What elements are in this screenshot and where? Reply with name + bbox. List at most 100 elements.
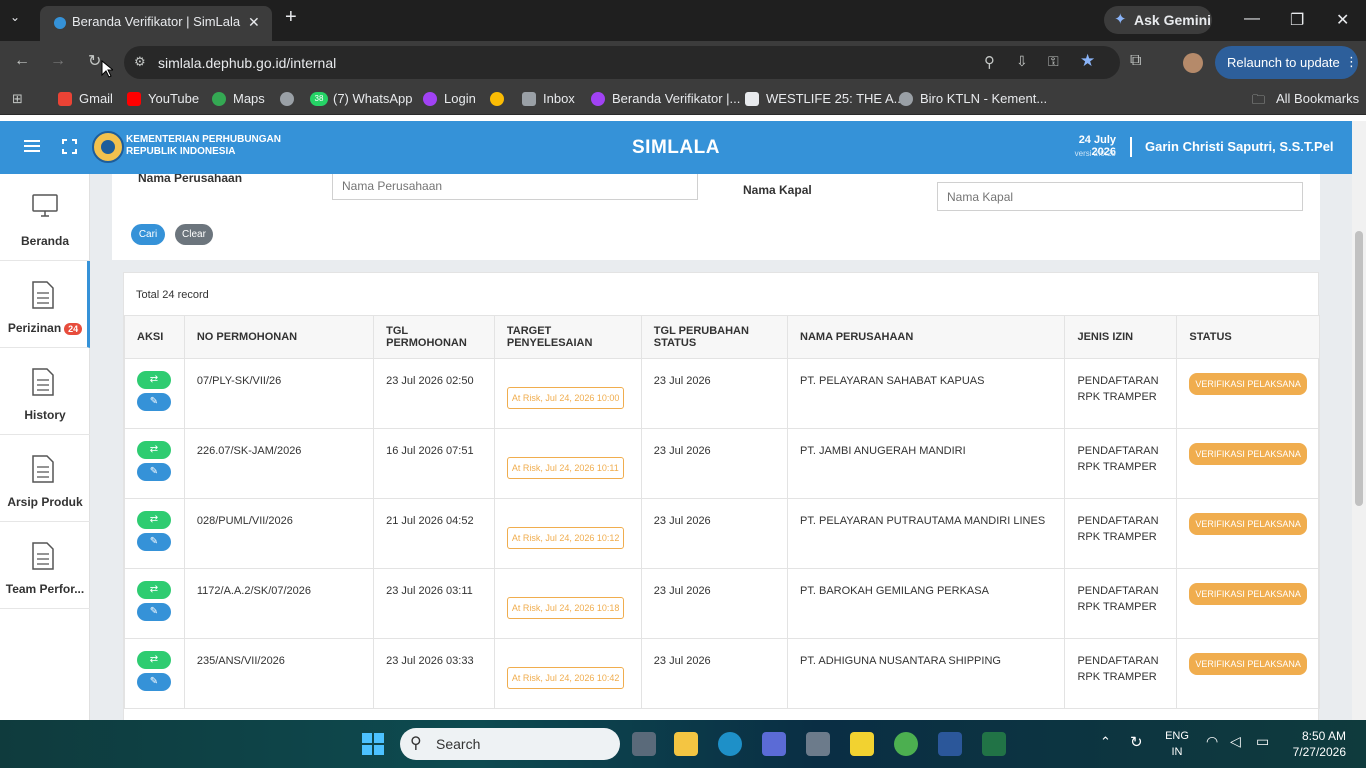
- site-info-icon[interactable]: ⚙: [134, 54, 146, 70]
- edit-icon[interactable]: ✎: [137, 393, 171, 411]
- bookmark-biro-ktln[interactable]: Biro KTLN - Kement...: [920, 91, 1047, 106]
- sidebar-item-beranda[interactable]: Beranda: [0, 174, 90, 261]
- relaunch-update-button[interactable]: Relaunch to update ⋮: [1215, 46, 1358, 79]
- document-icon: [32, 542, 54, 570]
- pinwheel-icon[interactable]: [490, 92, 504, 106]
- copilot-icon[interactable]: [762, 732, 786, 756]
- ship-name-input[interactable]: [937, 182, 1303, 211]
- url-text[interactable]: simlala.dephub.go.id/internal: [158, 55, 336, 71]
- target-cell: At Risk, Jul 24, 2026 10:11: [493, 428, 642, 499]
- close-window-icon[interactable]: ✕: [1336, 10, 1349, 30]
- column-header[interactable]: NAMA PERUSAHAAN: [787, 315, 1066, 359]
- all-bookmarks[interactable]: All Bookmarks: [1276, 91, 1359, 106]
- biro-ktln-icon: [899, 92, 913, 106]
- sidebar-item-perizinan[interactable]: Perizinan 24: [0, 261, 90, 348]
- column-header[interactable]: TGL PERUBAHAN STATUS: [640, 315, 789, 359]
- install-icon[interactable]: ⇩: [1016, 53, 1028, 70]
- edit-icon[interactable]: ✎: [137, 673, 171, 691]
- column-header[interactable]: STATUS: [1176, 315, 1320, 359]
- tab-search-chevron-icon[interactable]: ⌄: [10, 10, 30, 30]
- language-indicator[interactable]: ENG IN: [1162, 728, 1192, 760]
- column-header[interactable]: TARGET PENYELESAIAN: [493, 315, 642, 359]
- windows-taskbar: ⚲ Search ⌃ ↻ ENG IN ◠ ◁ ▭ 8:50 AM 7/27/2…: [0, 720, 1366, 768]
- back-icon[interactable]: ←: [14, 52, 30, 70]
- page-scrollbar[interactable]: [1352, 121, 1366, 720]
- fullscreen-icon[interactable]: [62, 139, 77, 154]
- edge-icon[interactable]: [718, 732, 742, 756]
- bookmark-gmail[interactable]: Gmail: [79, 91, 113, 106]
- column-header[interactable]: NO PERMOHONAN: [183, 315, 375, 359]
- word-icon[interactable]: [938, 732, 962, 756]
- profile-avatar[interactable]: [1183, 53, 1203, 73]
- reload-icon[interactable]: ↻: [88, 51, 101, 71]
- transfer-icon[interactable]: ⇄: [137, 581, 171, 599]
- transfer-icon[interactable]: ⇄: [137, 511, 171, 529]
- scrollbar-thumb[interactable]: [1355, 231, 1363, 506]
- taskbar-clock[interactable]: 8:50 AM 7/27/2026: [1290, 728, 1346, 760]
- clear-button[interactable]: Clear: [175, 224, 213, 245]
- edit-icon[interactable]: ✎: [137, 463, 171, 481]
- transfer-icon[interactable]: ⇄: [137, 651, 171, 669]
- total-records: Total 24 record: [136, 289, 209, 301]
- ask-gemini-button[interactable]: ✦ Ask Gemini: [1104, 6, 1212, 34]
- windows-start-icon[interactable]: [362, 733, 384, 755]
- bookmark-star-icon[interactable]: ★: [1080, 51, 1095, 71]
- sticky-notes-icon[interactable]: [850, 732, 874, 756]
- task-view-icon[interactable]: [632, 732, 656, 756]
- excel-icon[interactable]: [982, 732, 1006, 756]
- tab-close-icon[interactable]: ✕: [248, 14, 260, 31]
- minimize-icon[interactable]: —: [1244, 10, 1260, 28]
- extensions-icon[interactable]: ⧉: [1130, 52, 1141, 70]
- new-tab-icon[interactable]: +: [285, 6, 297, 29]
- edit-icon[interactable]: ✎: [137, 533, 171, 551]
- ministry-line2: REPUBLIK INDONESIA: [126, 146, 236, 157]
- transfer-icon[interactable]: ⇄: [137, 441, 171, 459]
- bookmarks-bar: ⊞ Gmail YouTube Maps 38 (7) WhatsApp Log…: [0, 84, 1366, 115]
- bookmark-westlife[interactable]: WESTLIFE 25: THE A...: [766, 91, 904, 106]
- sidebar-item-history[interactable]: History: [0, 348, 90, 435]
- address-bar[interactable]: ⚙ simlala.dephub.go.id/internal ⚲ ⇩ ⚿ ★: [124, 46, 1120, 79]
- more-menu-icon[interactable]: ⋮: [1345, 54, 1358, 70]
- bookmark-beranda-verifikator[interactable]: Beranda Verifikator |...: [612, 91, 740, 106]
- sidebar: Beranda Perizinan 24 History Arsip Produk…: [0, 174, 90, 720]
- forward-icon[interactable]: →: [50, 52, 66, 70]
- column-header[interactable]: TGL PERMOHONAN: [373, 315, 495, 359]
- sidebar-item-label: Perizinan 24: [0, 321, 90, 335]
- bookmark-maps[interactable]: Maps: [233, 91, 265, 106]
- restore-icon[interactable]: ❐: [1290, 10, 1304, 30]
- app-header: KEMENTERIAN PERHUBUNGAN REPUBLIK INDONES…: [0, 121, 1352, 174]
- company-name-input[interactable]: [332, 174, 698, 200]
- table-row: ⇄ ✎ 1172/A.A.2/SK/07/2026 23 Jul 2026 03:…: [124, 568, 1320, 639]
- sidebar-item-team-performance[interactable]: Team Perfor...: [0, 522, 90, 609]
- camera-icon[interactable]: [806, 732, 830, 756]
- login-icon: [423, 92, 437, 106]
- column-header[interactable]: JENIS IZIN: [1064, 315, 1178, 359]
- volume-icon[interactable]: ◁: [1230, 733, 1241, 750]
- password-key-icon[interactable]: ⚿: [1048, 53, 1059, 70]
- search-button[interactable]: Cari: [131, 224, 165, 245]
- taskbar-search[interactable]: ⚲ Search: [400, 728, 620, 760]
- transfer-icon[interactable]: ⇄: [137, 371, 171, 389]
- bookmark-youtube[interactable]: YouTube: [148, 91, 199, 106]
- hamburger-menu-icon[interactable]: [24, 139, 40, 153]
- user-name[interactable]: Garin Christi Saputri, S.S.T.Pel: [1145, 139, 1334, 154]
- gemini-icon: ✦: [1114, 11, 1127, 28]
- bookmark-whatsapp[interactable]: (7) WhatsApp: [333, 91, 412, 106]
- jenis-izin-line1: PENDAFTARAN: [1077, 585, 1159, 597]
- bookmark-inbox[interactable]: Inbox: [543, 91, 575, 106]
- globe-icon[interactable]: [280, 92, 294, 106]
- tray-chevron-icon[interactable]: ⌃: [1100, 734, 1111, 750]
- file-explorer-icon[interactable]: [674, 732, 698, 756]
- nama-perusahaan: PT. JAMBI ANUGERAH MANDIRI: [787, 428, 1066, 499]
- browser-tab[interactable]: Beranda Verifikator | SimLala ✕: [40, 6, 272, 41]
- wifi-icon[interactable]: ◠: [1206, 733, 1218, 750]
- folder-icon: 🗀: [1252, 92, 1266, 107]
- apps-grid-icon[interactable]: ⊞: [12, 91, 23, 107]
- chrome-icon[interactable]: [894, 732, 918, 756]
- sync-icon[interactable]: ↻: [1130, 733, 1143, 751]
- sidebar-item-arsip-produk[interactable]: Arsip Produk: [0, 435, 90, 522]
- edit-icon[interactable]: ✎: [137, 603, 171, 621]
- battery-icon[interactable]: ▭: [1256, 733, 1269, 750]
- zoom-icon[interactable]: ⚲: [984, 53, 995, 71]
- bookmark-login[interactable]: Login: [444, 91, 476, 106]
